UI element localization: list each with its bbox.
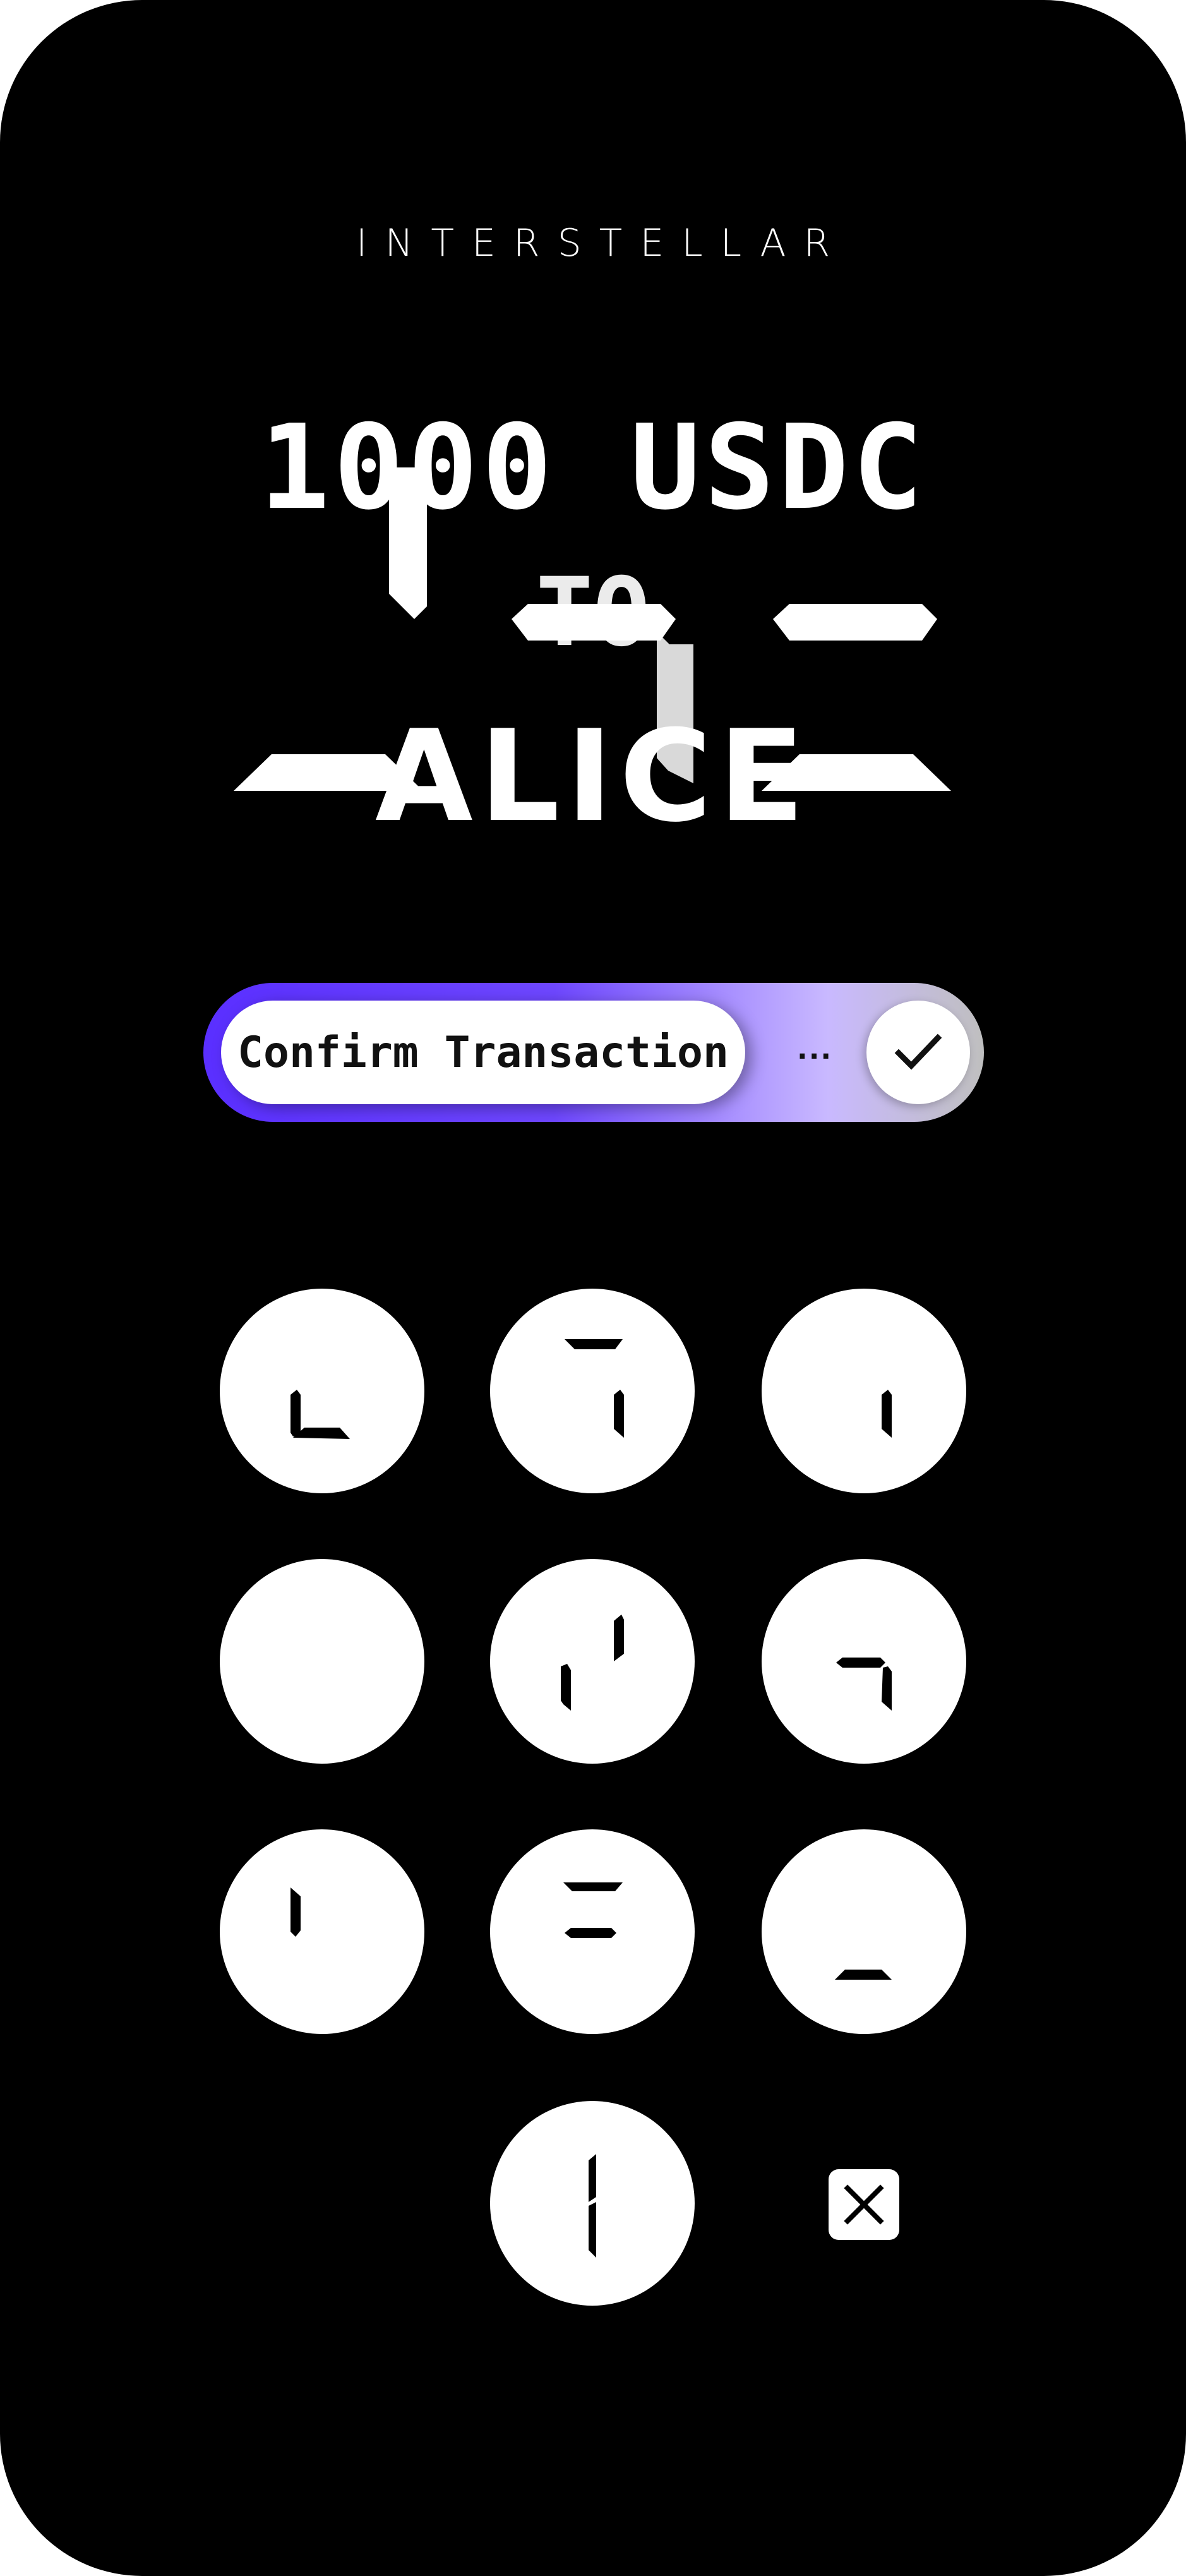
keypad-key-1[interactable] <box>220 1289 424 1493</box>
close-x-icon <box>844 2184 884 2225</box>
segment-glyph-icon <box>836 1658 892 1711</box>
segment-glyph-icon <box>835 1970 892 1980</box>
keypad-key-5[interactable] <box>490 1559 695 1764</box>
confirm-slider-handle[interactable]: Confirm Transaction <box>221 1001 745 1104</box>
segment-glyph-icon <box>882 1390 892 1438</box>
segment-glyph-icon <box>291 1887 301 1937</box>
brand-logo-text: INTERSTELLAR <box>356 221 848 265</box>
slider-dots: ... <box>797 1033 833 1066</box>
keypad-key-2[interactable] <box>490 1289 695 1493</box>
confirm-slider-label: Confirm Transaction <box>237 1027 729 1078</box>
confirm-slider[interactable]: Confirm Transaction ... <box>203 983 984 1122</box>
blank-key-face <box>220 1559 424 1764</box>
phone-screen: INTERSTELLAR 1000 USDC TO ALICE Confirm … <box>0 0 1186 2576</box>
keypad-key-7[interactable] <box>220 1829 424 2034</box>
segment-glyph-icon <box>563 1882 623 1938</box>
transaction-recipient: ALICE <box>374 703 812 850</box>
segment-glyph-icon <box>565 1339 624 1438</box>
segment-glyph-icon <box>561 1615 624 1711</box>
confirm-check-button[interactable] <box>866 1001 970 1104</box>
keypad-key-6[interactable] <box>762 1559 966 1764</box>
keypad-key-3[interactable] <box>762 1289 966 1493</box>
keypad-key-9[interactable] <box>762 1829 966 2034</box>
keypad-key-4[interactable] <box>220 1559 424 1764</box>
segment-glyph-icon <box>589 2154 596 2258</box>
checkmark-icon <box>894 1033 942 1070</box>
keypad-key-8[interactable] <box>490 1829 695 2034</box>
keypad-key-0[interactable] <box>490 2101 695 2306</box>
transaction-amount: 1000 USDC <box>259 399 927 536</box>
transaction-connector: TO <box>536 558 650 668</box>
segment-glyph-icon <box>291 1390 350 1439</box>
delete-button[interactable] <box>829 2169 899 2240</box>
